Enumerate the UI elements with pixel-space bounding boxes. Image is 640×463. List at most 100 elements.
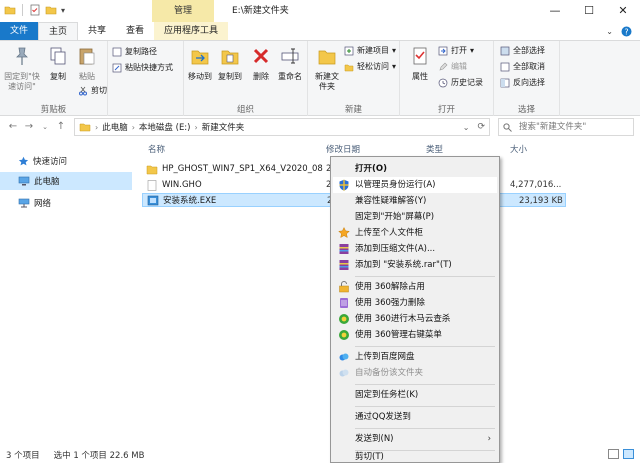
menu-item-label: 固定到"开始"屏幕(P)	[355, 212, 435, 222]
menu-item-360-force-delete[interactable]: 使用 360强力删除	[333, 295, 497, 311]
rename-button[interactable]: 重命名	[276, 45, 304, 82]
column-header-size[interactable]: 大小	[510, 142, 527, 158]
history-label: 历史记录	[451, 78, 483, 87]
paste-label: 粘贴	[79, 72, 95, 81]
paste-icon	[79, 48, 95, 65]
breadcrumb-local-disk[interactable]: 本地磁盘 (E:)	[139, 121, 191, 133]
nav-item-quick-access[interactable]: 快速访问	[0, 152, 132, 170]
menu-item-run-as-admin[interactable]: 以管理员身份运行(A)	[333, 177, 497, 193]
breadcrumb-chevron-icon[interactable]: ›	[95, 123, 98, 132]
menu-item-360-manage-menu[interactable]: 使用 360管理右键菜单	[333, 327, 497, 343]
menu-item-send-via-qq[interactable]: 通过QQ发送到	[333, 409, 497, 425]
menu-item-open[interactable]: 打开(O)	[333, 161, 497, 177]
recent-locations-chevron-icon[interactable]: ⌄	[38, 119, 52, 135]
search-input[interactable]: 搜索"新建文件夹"	[498, 118, 634, 136]
copy-to-button[interactable]: 复制到	[216, 45, 244, 82]
rename-icon	[281, 48, 299, 64]
address-row: ← → ⌄ ↑ › 此电脑 › 本地磁盘 (E:) › 新建文件夹 ⌄ ⟳ 搜索…	[0, 116, 640, 138]
menu-item-label: 使用 360进行木马云查杀	[355, 314, 451, 324]
new-item-button[interactable]: 新建项目 ▾	[344, 45, 396, 56]
address-bar[interactable]: › 此电脑 › 本地磁盘 (E:) › 新建文件夹 ⌄ ⟳	[74, 118, 490, 136]
menu-item-upload-baidu[interactable]: 上传到百度网盘	[333, 349, 497, 365]
column-header-name[interactable]: 名称	[148, 142, 165, 158]
clipboard-group-extension	[108, 41, 184, 117]
select-all-button[interactable]: 全部选择	[500, 45, 545, 56]
menu-item-label: 添加到 "安装系统.rar"(T)	[355, 260, 452, 270]
move-to-label: 移动到	[188, 72, 212, 81]
move-to-button[interactable]: 移动到	[186, 45, 214, 82]
window-title: E:\新建文件夹	[232, 6, 289, 16]
edit-pencil-icon	[439, 62, 448, 70]
pin-quick-access-button[interactable]: 固定到"快速访问"	[4, 45, 40, 92]
properties-check-icon[interactable]	[29, 4, 41, 16]
navigation-pane: 快速访问 此电脑 网络	[0, 140, 132, 446]
file-name: HP_GHOST_WIN7_SP1_X64_V2020_08	[162, 164, 323, 174]
address-history-chevron-icon[interactable]: ⌄	[463, 123, 470, 132]
new-folder-icon	[318, 50, 336, 65]
nav-item-network[interactable]: 网络	[0, 194, 132, 212]
open-button[interactable]: 打开 ▾	[438, 45, 474, 56]
ribbon: 固定到"快速访问" 复制 粘贴 剪贴板 复制路径 粘贴快捷方式 剪切 移动到 复…	[0, 40, 640, 117]
menu-item-compat-troubleshoot[interactable]: 兼容性疑难解答(Y)	[333, 193, 497, 209]
details-view-icon[interactable]	[608, 449, 619, 459]
menu-item-add-to-rar[interactable]: 添加到 "安装系统.rar"(T)	[333, 257, 497, 273]
expand-ribbon-chevron-icon[interactable]: ⌄	[606, 27, 613, 36]
breadcrumb-chevron-icon[interactable]: ›	[132, 123, 135, 132]
help-icon[interactable]: ?	[621, 26, 632, 37]
close-button[interactable]: ✕	[606, 0, 640, 22]
easy-access-label: 轻松访问	[357, 62, 389, 71]
menu-item-add-to-archive[interactable]: 添加到压缩文件(A)...	[333, 241, 497, 257]
nav-item-this-pc[interactable]: 此电脑	[0, 172, 132, 190]
manage-context-tab-header[interactable]: 管理	[152, 0, 214, 22]
tab-view[interactable]: 查看	[116, 22, 154, 40]
menu-item-360-cloud-scan[interactable]: 使用 360进行木马云查杀	[333, 311, 497, 327]
context-menu: 打开(O) 以管理员身份运行(A) 兼容性疑难解答(Y) 固定到"开始"屏幕(P…	[330, 156, 500, 463]
easy-access-button[interactable]: 轻松访问 ▾	[344, 61, 396, 72]
up-arrow-icon[interactable]: ↑	[54, 119, 68, 135]
tab-application-tools[interactable]: 应用程序工具	[154, 22, 229, 40]
customize-qat-chevron-icon[interactable]: ▾	[61, 6, 65, 15]
cut-button[interactable]: 剪切	[78, 85, 107, 96]
history-button[interactable]: 历史记录	[438, 77, 483, 88]
invert-selection-label: 反向选择	[513, 78, 545, 87]
refresh-icon[interactable]: ⟳	[473, 122, 489, 132]
easy-access-icon	[344, 64, 354, 71]
menu-item-cut[interactable]: 剪切(T)	[333, 449, 497, 463]
edit-button[interactable]: 编辑	[438, 61, 467, 72]
paste-button[interactable]: 粘贴	[74, 45, 100, 82]
delete-button[interactable]: 删除	[250, 45, 272, 82]
menu-item-auto-backup[interactable]: 自动备份该文件夹	[333, 365, 497, 381]
select-all-label: 全部选择	[513, 46, 545, 55]
menu-item-label: 固定到任务栏(K)	[355, 390, 419, 400]
minimize-button[interactable]: —	[538, 0, 572, 22]
menu-item-360-unlock[interactable]: 使用 360解除占用	[333, 279, 497, 295]
new-folder-button[interactable]: 新建文件夹	[312, 45, 342, 92]
large-icons-view-icon[interactable]	[623, 449, 634, 459]
menu-item-upload-personal-cabinet[interactable]: 上传至个人文件柜	[333, 225, 497, 241]
star-cabinet-icon	[338, 227, 350, 238]
invert-selection-button[interactable]: 反向选择	[500, 77, 545, 88]
select-none-button[interactable]: 全部取消	[500, 61, 545, 72]
menu-item-pin-taskbar[interactable]: 固定到任务栏(K)	[333, 387, 497, 403]
new-folder-icon[interactable]	[45, 4, 57, 16]
star-icon	[18, 156, 29, 165]
properties-icon	[413, 47, 427, 65]
copy-button[interactable]: 复制	[46, 45, 70, 82]
antivirus-360-icon	[339, 314, 349, 324]
tab-share[interactable]: 共享	[78, 22, 116, 40]
properties-button[interactable]: 属性	[408, 45, 432, 82]
forward-arrow-icon[interactable]: →	[22, 119, 36, 135]
breadcrumb-chevron-icon[interactable]: ›	[195, 123, 198, 132]
network-icon	[18, 198, 30, 208]
tab-home[interactable]: 主页	[38, 22, 79, 40]
breadcrumb-this-pc[interactable]: 此电脑	[102, 121, 128, 133]
maximize-button[interactable]: ☐	[572, 0, 606, 22]
tab-file[interactable]: 文件	[0, 22, 38, 40]
breadcrumb-new-folder[interactable]: 新建文件夹	[202, 121, 245, 133]
file-icon	[147, 179, 157, 191]
back-arrow-icon[interactable]: ←	[6, 119, 20, 135]
menu-item-label: 打开(O)	[355, 164, 387, 174]
folder-icon	[79, 123, 91, 132]
menu-item-pin-to-start[interactable]: 固定到"开始"屏幕(P)	[333, 209, 497, 225]
menu-item-send-to[interactable]: 发送到(N) ›	[333, 431, 497, 447]
